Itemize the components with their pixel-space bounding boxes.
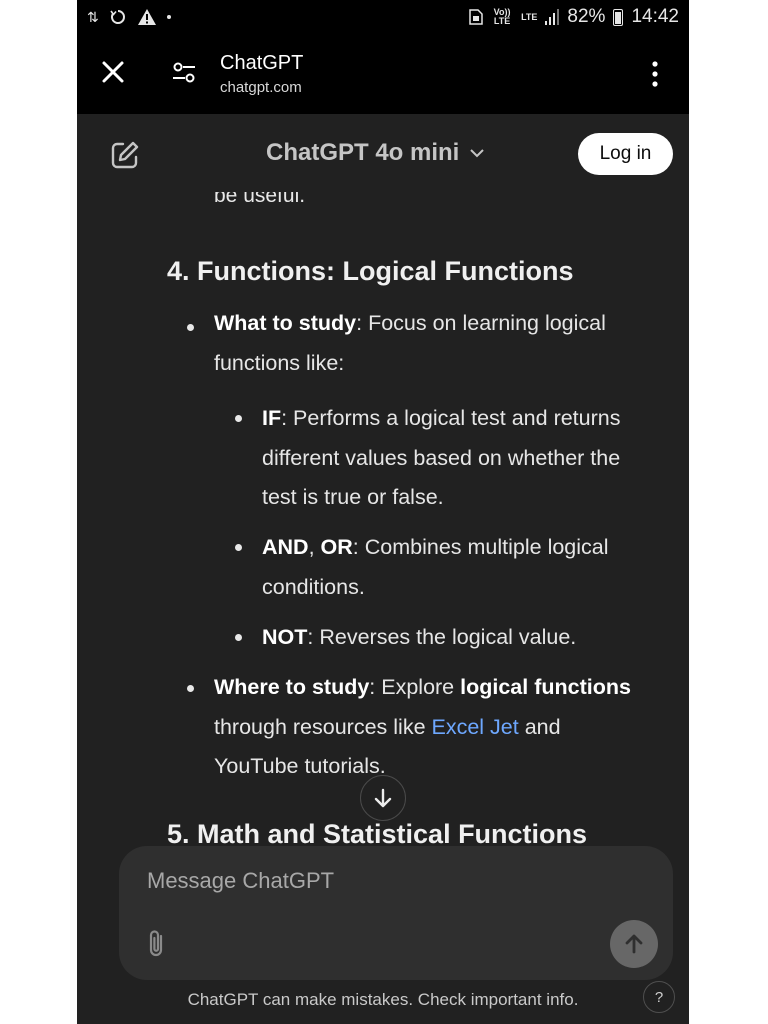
list-text: different values based on whether the	[262, 445, 621, 470]
status-left: ⇅	[87, 6, 171, 28]
list-text: : Reverses the logical value.	[307, 625, 577, 649]
list-item-and-or: AND, OR: Combines multiple logical condi…	[262, 528, 609, 607]
site-title: ChatGPT	[220, 52, 304, 74]
list-text: ,	[308, 535, 321, 559]
bold-label: IF	[262, 406, 282, 430]
arrow-up-icon	[625, 934, 643, 954]
more-options-icon[interactable]	[649, 60, 661, 88]
message-text-partial: be useful.	[214, 192, 306, 207]
bold-label: AND	[262, 535, 309, 559]
chat-message: be useful. 4. Functions: Logical Functio…	[77, 192, 689, 852]
site-url: chatgpt.com	[220, 79, 302, 96]
bullet	[187, 685, 194, 692]
warning-icon	[137, 9, 156, 25]
dot-icon	[166, 15, 171, 19]
send-button[interactable]	[610, 920, 658, 968]
list-text: through resources like	[214, 714, 432, 739]
volte-indicator: Vo)) LTE	[493, 7, 511, 26]
bullet	[235, 544, 242, 551]
list-text: conditions.	[262, 574, 365, 599]
bold-text: logical functions	[460, 675, 631, 699]
clock: 14:42	[631, 6, 679, 27]
list-text: : Combines multiple logical	[352, 535, 609, 559]
list-item-where-to-study: Where to study: Explore logical function…	[214, 668, 631, 787]
sync-icon	[110, 10, 125, 24]
bullet	[235, 415, 242, 422]
list-text: functions like:	[214, 350, 345, 375]
browser-toolbar: ChatGPT chatgpt.com	[77, 36, 689, 114]
arrow-down-icon	[374, 788, 392, 808]
lte-indicator: LTE	[521, 11, 538, 22]
bold-label: Where to study	[214, 675, 370, 699]
list-text: test is true or false.	[262, 485, 444, 509]
status-bar: ⇅ Vo)) LTE LTE 82% 14:42	[77, 0, 689, 36]
message-composer	[119, 846, 673, 980]
signal-icon	[545, 9, 560, 25]
disclaimer-text: ChatGPT can make mistakes. Check importa…	[187, 990, 579, 1009]
status-right: Vo)) LTE LTE 82% 14:42	[469, 6, 679, 28]
battery-percent: 82%	[567, 6, 606, 27]
sim-icon	[469, 9, 483, 25]
list-item-what-to-study: What to study: Focus on learning logical…	[214, 304, 606, 383]
bold-label: NOT	[262, 625, 308, 649]
scroll-to-bottom-button[interactable]	[360, 775, 406, 821]
bullet	[187, 324, 194, 331]
list-text: : Explore	[369, 675, 461, 699]
excel-jet-link[interactable]: Excel Jet	[432, 715, 519, 739]
login-button[interactable]: Log in	[578, 133, 673, 175]
data-transfer-icon: ⇅	[87, 9, 99, 25]
message-input[interactable]	[145, 864, 569, 898]
site-settings-icon[interactable]	[171, 60, 197, 86]
new-chat-icon[interactable]	[109, 139, 141, 171]
bullet	[235, 634, 242, 641]
list-item-if: IF: Performs a logical test and returns …	[262, 399, 620, 518]
close-icon[interactable]	[99, 58, 127, 86]
bold-label: OR	[320, 535, 353, 559]
phone-screen: ⇅ Vo)) LTE LTE 82% 14:42 ChatGPT chatgpt…	[77, 0, 689, 1024]
battery-icon	[613, 8, 624, 26]
app-header: ChatGPT 4o mini Log in	[77, 114, 689, 192]
bold-label: What to study	[214, 311, 357, 335]
model-selector[interactable]: ChatGPT 4o mini	[266, 139, 485, 167]
section-heading: 4. Functions: Logical Functions	[167, 256, 574, 286]
attach-icon[interactable]	[143, 928, 171, 960]
list-text: : Performs a logical test and returns	[281, 406, 621, 430]
list-text: YouTube tutorials.	[214, 754, 386, 778]
help-button[interactable]: ?	[643, 981, 675, 1013]
chevron-down-icon	[470, 149, 485, 158]
list-item-not: NOT: Reverses the logical value.	[262, 618, 576, 658]
list-text: and	[518, 714, 561, 739]
list-text: : Focus on learning logical	[356, 311, 606, 335]
model-name: ChatGPT 4o mini	[266, 139, 460, 166]
